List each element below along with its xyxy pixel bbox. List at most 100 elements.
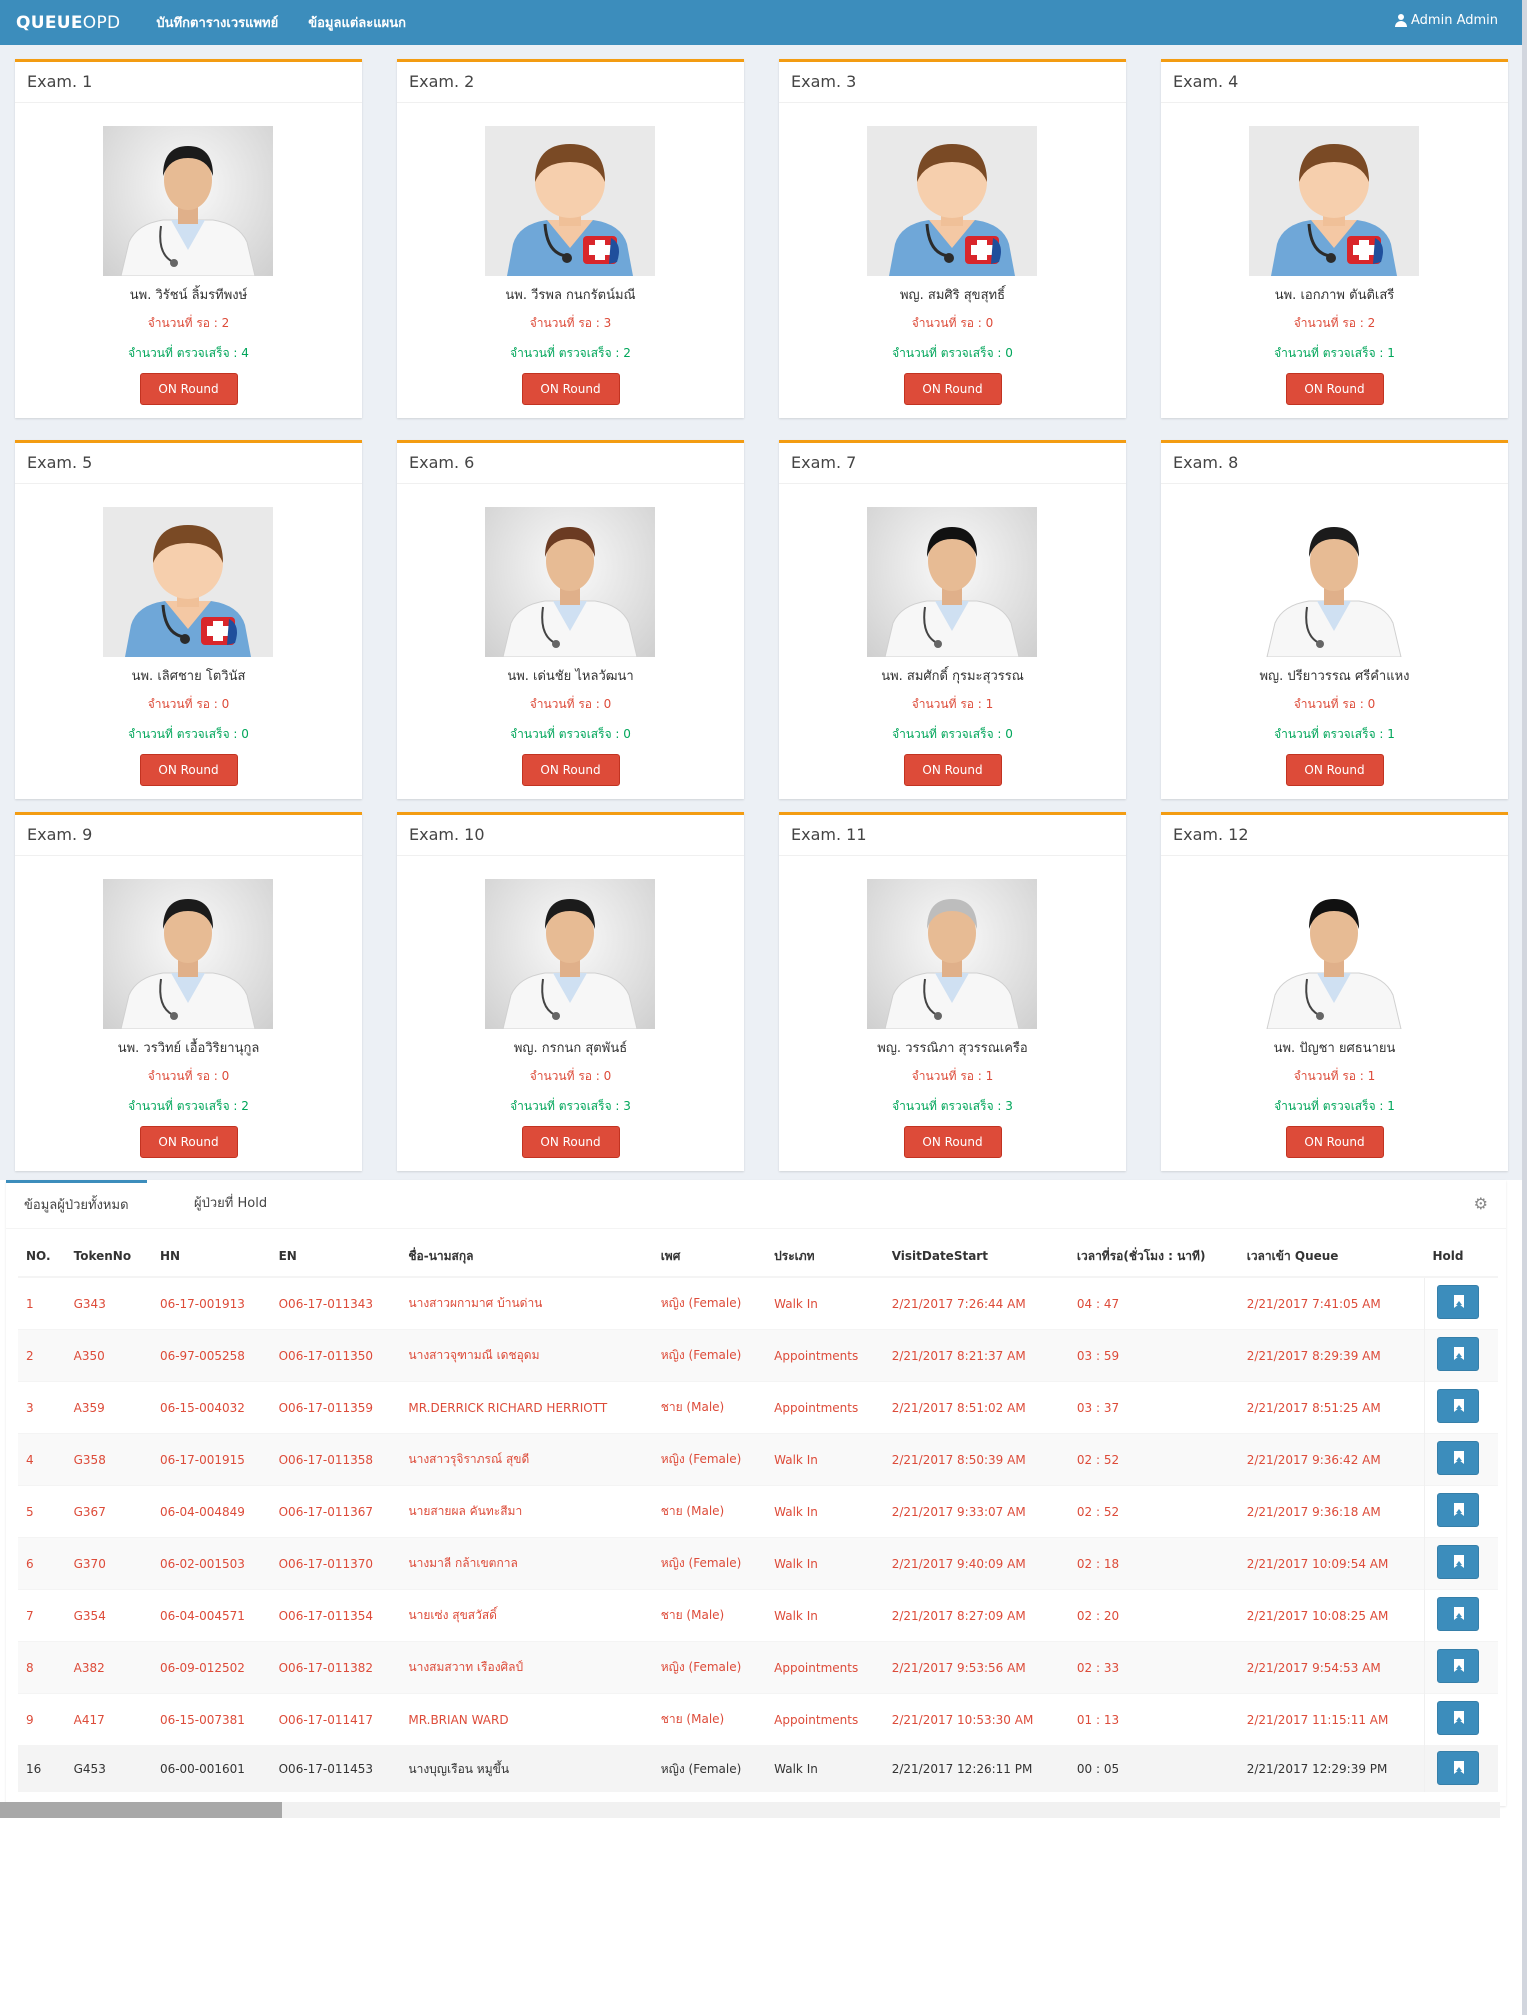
table-row[interactable]: 4 G358 06-17-001915 O06-17-011358 นางสาวรุจิ… bbox=[18, 1433, 1498, 1486]
on-round-button[interactable]: ON Round bbox=[139, 373, 238, 405]
doctor-name: นพ. เอกภาพ ตันติเสรี bbox=[1274, 288, 1395, 303]
doctor-name: พญ. สมศิริ สุขสุทธิ์ bbox=[899, 288, 1006, 303]
table-cell: O06-17-011358 bbox=[270, 1433, 401, 1486]
user-menu[interactable]: Admin Admin bbox=[1395, 13, 1498, 28]
exam-room-card: Exam. 12 นพ. ปัญชา ยศธนายน จำนวนที่ รอ : 1… bbox=[1161, 812, 1508, 1171]
hold-bookmark-button[interactable] bbox=[1436, 1337, 1479, 1371]
table-cell: 7 bbox=[18, 1589, 66, 1642]
on-round-button[interactable]: ON Round bbox=[521, 754, 620, 786]
table-cell: O06-17-011354 bbox=[270, 1589, 401, 1642]
table-row[interactable]: 9 A417 06-15-007381 O06-17-011417 MR.BRIAN W… bbox=[18, 1693, 1498, 1746]
table-cell: O06-17-011343 bbox=[270, 1276, 401, 1330]
table-cell: หญิง (Female) bbox=[652, 1641, 767, 1694]
table-cell: นางสาวจุฑามณี เดชอุดม bbox=[400, 1329, 653, 1382]
on-round-button[interactable]: ON Round bbox=[521, 373, 620, 405]
completed-count: จำนวนที่ ตรวจเสร็จ : 4 bbox=[128, 346, 249, 360]
doctor-photo bbox=[1249, 507, 1419, 657]
on-round-button[interactable]: ON Round bbox=[903, 1126, 1002, 1158]
table-cell: 2/21/2017 11:15:11 AM bbox=[1238, 1693, 1425, 1746]
nav-link-department-info[interactable]: ข้อมูลแต่ละแผนก bbox=[308, 12, 406, 33]
waiting-count: จำนวนที่ รอ : 0 bbox=[147, 1069, 230, 1083]
tab-hold-patients[interactable]: ผู้ป่วยที่ Hold bbox=[176, 1180, 285, 1228]
table-row[interactable]: 7 G354 06-04-004571 O06-17-011354 นายเซ่ง สุ… bbox=[18, 1589, 1498, 1642]
table-cell: หญิง (Female) bbox=[652, 1329, 767, 1382]
completed-count: จำนวนที่ ตรวจเสร็จ : 2 bbox=[510, 346, 631, 360]
table-cell: หญิง (Female) bbox=[652, 1537, 767, 1590]
table-cell: 2/21/2017 7:26:44 AM bbox=[883, 1276, 1069, 1330]
hold-bookmark-button[interactable] bbox=[1436, 1285, 1479, 1319]
on-round-button[interactable]: ON Round bbox=[1285, 754, 1384, 786]
hold-bookmark-button[interactable] bbox=[1436, 1597, 1479, 1631]
app-brand[interactable]: QUEUEOPD bbox=[0, 13, 120, 33]
doctor-avatar bbox=[1249, 126, 1419, 276]
scrollbar-thumb[interactable] bbox=[0, 1802, 282, 1818]
on-round-button[interactable]: ON Round bbox=[139, 754, 238, 786]
doctor-photo bbox=[485, 879, 655, 1029]
table-cell: 06-02-001503 bbox=[151, 1537, 271, 1590]
exam-room-card: Exam. 2 นพ. วีรพล กนกรัตน์มณี จำนวนที่ รอ … bbox=[397, 59, 744, 418]
exam-room-title: Exam. 11 bbox=[779, 815, 1126, 856]
exam-room-card: Exam. 5 นพ. เลิศชาย โตวินัส จำนวนที่ รอ : … bbox=[15, 440, 362, 799]
on-round-button[interactable]: ON Round bbox=[521, 1126, 620, 1158]
exam-room-title: Exam. 1 bbox=[15, 62, 362, 103]
user-icon bbox=[1395, 14, 1407, 27]
table-cell: ชาย (Male) bbox=[652, 1693, 767, 1746]
completed-count: จำนวนที่ ตรวจเสร็จ : 0 bbox=[510, 727, 631, 741]
table-cell: 06-04-004849 bbox=[151, 1485, 271, 1538]
doctor-name: พญ. ปรียาวรรณ ศรีคำแหง bbox=[1259, 669, 1410, 684]
hold-bookmark-button[interactable] bbox=[1436, 1493, 1479, 1527]
hold-cell bbox=[1423, 1589, 1498, 1642]
waiting-count: จำนวนที่ รอ : 0 bbox=[147, 697, 230, 711]
exam-room-title: Exam. 8 bbox=[1161, 443, 1508, 484]
hold-cell bbox=[1423, 1641, 1498, 1694]
doctor-name: นพ. เลิศชาย โตวินัส bbox=[131, 669, 246, 684]
hold-bookmark-button[interactable] bbox=[1436, 1750, 1479, 1785]
on-round-button[interactable]: ON Round bbox=[1285, 373, 1384, 405]
hold-bookmark-button[interactable] bbox=[1436, 1441, 1479, 1475]
gear-icon[interactable]: ⚙ bbox=[1474, 1194, 1488, 1213]
hold-bookmark-button[interactable] bbox=[1436, 1545, 1479, 1579]
hold-bookmark-button[interactable] bbox=[1436, 1389, 1479, 1423]
table-cell: 6 bbox=[18, 1537, 66, 1590]
table-cell: หญิง (Female) bbox=[652, 1276, 767, 1330]
bookmark-icon bbox=[1455, 1301, 1462, 1305]
on-round-button[interactable]: ON Round bbox=[139, 1126, 238, 1158]
doctor-name: นพ. ปัญชา ยศธนายน bbox=[1273, 1041, 1396, 1056]
table-cell: นายเซ่ง สุขสวัสดิ์ bbox=[400, 1589, 653, 1642]
bookmark-icon bbox=[1455, 1613, 1462, 1617]
table-cell: นางบุญเรือน หมูขึ้น bbox=[400, 1745, 653, 1792]
table-cell: หญิง (Female) bbox=[652, 1433, 767, 1486]
table-cell: G343 bbox=[65, 1276, 152, 1330]
on-round-button[interactable]: ON Round bbox=[903, 754, 1002, 786]
table-cell: 2/21/2017 8:50:39 AM bbox=[883, 1433, 1069, 1486]
doctor-photo bbox=[867, 879, 1037, 1029]
waiting-count: จำนวนที่ รอ : 0 bbox=[1293, 697, 1376, 711]
horizontal-scrollbar[interactable] bbox=[0, 1802, 1500, 1818]
table-cell: A417 bbox=[65, 1693, 152, 1746]
table-cell: ชาย (Male) bbox=[652, 1381, 767, 1434]
table-row[interactable]: 5 G367 06-04-004849 O06-17-011367 นายสายผล ค… bbox=[18, 1485, 1498, 1538]
hold-bookmark-button[interactable] bbox=[1436, 1701, 1479, 1735]
nav-link-doctor-schedule[interactable]: บันทึกตารางเวรแพทย์ bbox=[156, 12, 278, 33]
exam-room-title: Exam. 4 bbox=[1161, 62, 1508, 103]
column-header: VisitDateStart bbox=[883, 1236, 1069, 1278]
table-row[interactable]: 2 A350 06-97-005258 O06-17-011350 นางสาวจุฑา… bbox=[18, 1329, 1498, 1382]
table-row[interactable]: 6 G370 06-02-001503 O06-17-011370 นางมาลี กล… bbox=[18, 1537, 1498, 1590]
table-row[interactable]: 8 A382 06-09-012502 O06-17-011382 นางสมสวาท … bbox=[18, 1641, 1498, 1694]
table-cell: 2/21/2017 8:27:09 AM bbox=[883, 1589, 1069, 1642]
table-cell: หญิง (Female) bbox=[652, 1745, 767, 1792]
table-cell: 2/21/2017 9:53:56 AM bbox=[883, 1641, 1069, 1694]
on-round-button[interactable]: ON Round bbox=[1285, 1126, 1384, 1158]
tab-all-patients[interactable]: ข้อมูลผู้ป่วยทั้งหมด bbox=[6, 1180, 147, 1231]
table-cell: 2/21/2017 8:29:39 AM bbox=[1238, 1329, 1425, 1382]
completed-count: จำนวนที่ ตรวจเสร็จ : 0 bbox=[892, 346, 1013, 360]
bookmark-icon bbox=[1455, 1353, 1462, 1357]
hold-bookmark-button[interactable] bbox=[1436, 1649, 1479, 1683]
table-cell: นางสาวรุจิราภรณ์ สุขดี bbox=[400, 1433, 653, 1486]
table-row[interactable]: 3 A359 06-15-004032 O06-17-011359 MR.DERRICK… bbox=[18, 1381, 1498, 1434]
on-round-button[interactable]: ON Round bbox=[903, 373, 1002, 405]
table-row[interactable]: 16 G453 06-00-001601 O06-17-011453 นางบุญเรื… bbox=[18, 1745, 1498, 1792]
table-cell: Walk In bbox=[766, 1276, 884, 1330]
waiting-count: จำนวนที่ รอ : 3 bbox=[529, 316, 612, 330]
table-row[interactable]: 1 G343 06-17-001913 O06-17-011343 นางสาวผกาม… bbox=[18, 1276, 1498, 1330]
